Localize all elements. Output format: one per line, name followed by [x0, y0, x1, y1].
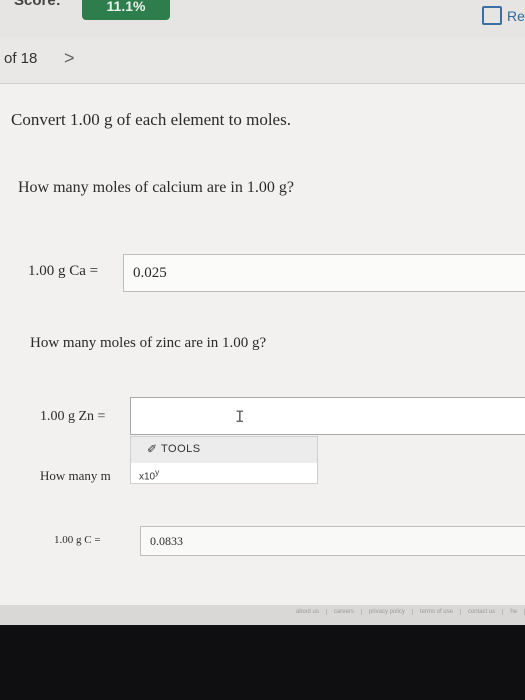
part1-answer-label: 1.00 g Ca = — [28, 263, 99, 279]
question-count: of 18 — [4, 50, 38, 67]
resources-icon — [482, 6, 502, 25]
footer-links: about us careers privacy policy terms of… — [289, 609, 525, 615]
part2-answer-field[interactable]: I — [130, 397, 525, 435]
tools-popup: ✐ TOOLS x10y — [130, 436, 318, 484]
scientific-notation-button[interactable]: x10y — [139, 467, 159, 482]
part2-answer-label: 1.00 g Zn = — [40, 409, 106, 424]
tools-button[interactable]: ✐ TOOLS — [131, 437, 317, 463]
footer-link[interactable]: privacy policy — [362, 609, 413, 615]
part1-answer-field[interactable]: 0.025 — [123, 254, 525, 292]
tools-label: TOOLS — [161, 443, 201, 455]
part2-prompt: How many moles of zinc are in 1.00 g? — [30, 335, 267, 351]
resources-label: Re — [507, 7, 525, 24]
part1-prompt: How many moles of calcium are in 1.00 g? — [18, 179, 294, 196]
wrench-icon: ✐ — [147, 442, 158, 456]
resources-button[interactable]: Re — [482, 6, 525, 25]
footer-link[interactable]: he — [503, 609, 525, 615]
footer: about us careers privacy policy terms of… — [0, 605, 525, 625]
screen-bezel — [0, 625, 525, 700]
footer-link[interactable]: terms of use — [413, 609, 461, 615]
question-title: Convert 1.00 g of each element to moles. — [11, 110, 291, 129]
part3-answer-label: 1.00 g C = — [54, 534, 101, 546]
sci-notation-exponent: y — [155, 467, 160, 477]
footer-link[interactable]: contact us — [461, 609, 504, 615]
footer-link[interactable]: careers — [327, 609, 362, 615]
part3-prompt: How many m — [40, 468, 111, 483]
next-question-icon[interactable]: > — [64, 48, 75, 69]
sci-notation-label: x10 — [139, 471, 156, 483]
part3-answer-field[interactable]: 0.0833 — [140, 526, 525, 556]
text-cursor-icon: I — [235, 407, 245, 426]
score-label: Score: — [14, 0, 61, 9]
question-panel: Convert 1.00 g of each element to moles.… — [0, 84, 525, 624]
score-badge: 11.1% — [82, 0, 170, 20]
footer-link[interactable]: about us — [289, 609, 327, 615]
top-bar: Score: 11.1% Re — [0, 0, 525, 38]
